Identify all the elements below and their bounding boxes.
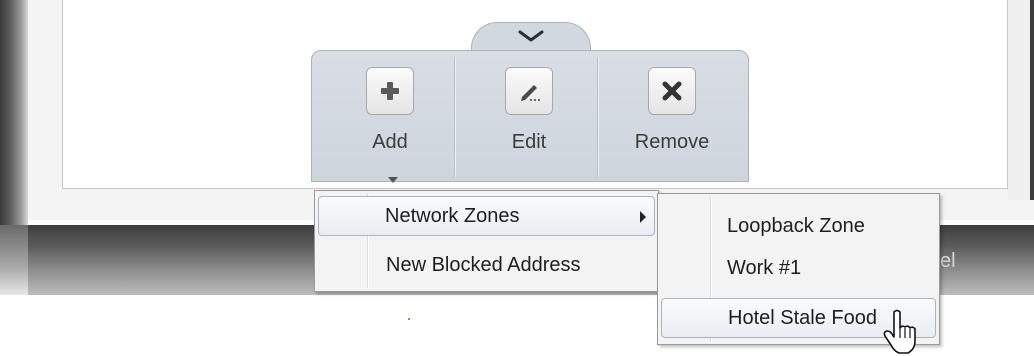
submenu-item-loopback-zone[interactable]: Loopback Zone <box>661 206 936 246</box>
toolbar-separator <box>597 57 598 177</box>
submenu-arrow-icon <box>640 211 646 223</box>
menu-item-label: New Blocked Address <box>386 253 581 276</box>
toolbar-separator <box>454 57 455 177</box>
window-left-edge <box>0 0 28 225</box>
stray-pixel <box>408 318 410 320</box>
bottom-fade <box>0 225 28 295</box>
plus-icon <box>366 67 414 115</box>
window-right-edge <box>1030 0 1034 200</box>
menu-item-network-zones[interactable]: Network Zones <box>318 196 655 236</box>
menu-item-label: Work #1 <box>727 256 802 279</box>
action-toolbar: Add Edit Remove <box>311 50 749 183</box>
add-context-menu: Network Zones New Blocked Address <box>314 190 659 292</box>
remove-button-label: Remove <box>634 131 710 153</box>
remove-button[interactable]: Remove <box>612 51 732 181</box>
hand-cursor-icon <box>883 309 916 354</box>
pencil-icon <box>505 67 553 115</box>
submenu-item-work-1[interactable]: Work #1 <box>661 248 936 288</box>
chevron-down-icon[interactable] <box>516 26 546 46</box>
x-icon <box>648 67 696 115</box>
add-dropdown-caret-icon[interactable] <box>388 177 398 183</box>
edit-button-label: Edit <box>511 131 547 153</box>
menu-item-label: Hotel Stale Food <box>728 306 877 329</box>
add-button-label: Add <box>372 131 408 153</box>
add-button[interactable]: Add <box>340 51 440 181</box>
menu-item-label: Network Zones <box>385 204 520 227</box>
menu-item-label: Loopback Zone <box>727 214 865 237</box>
menu-item-new-blocked-address[interactable]: New Blocked Address <box>318 245 655 285</box>
edit-button[interactable]: Edit <box>474 51 584 181</box>
